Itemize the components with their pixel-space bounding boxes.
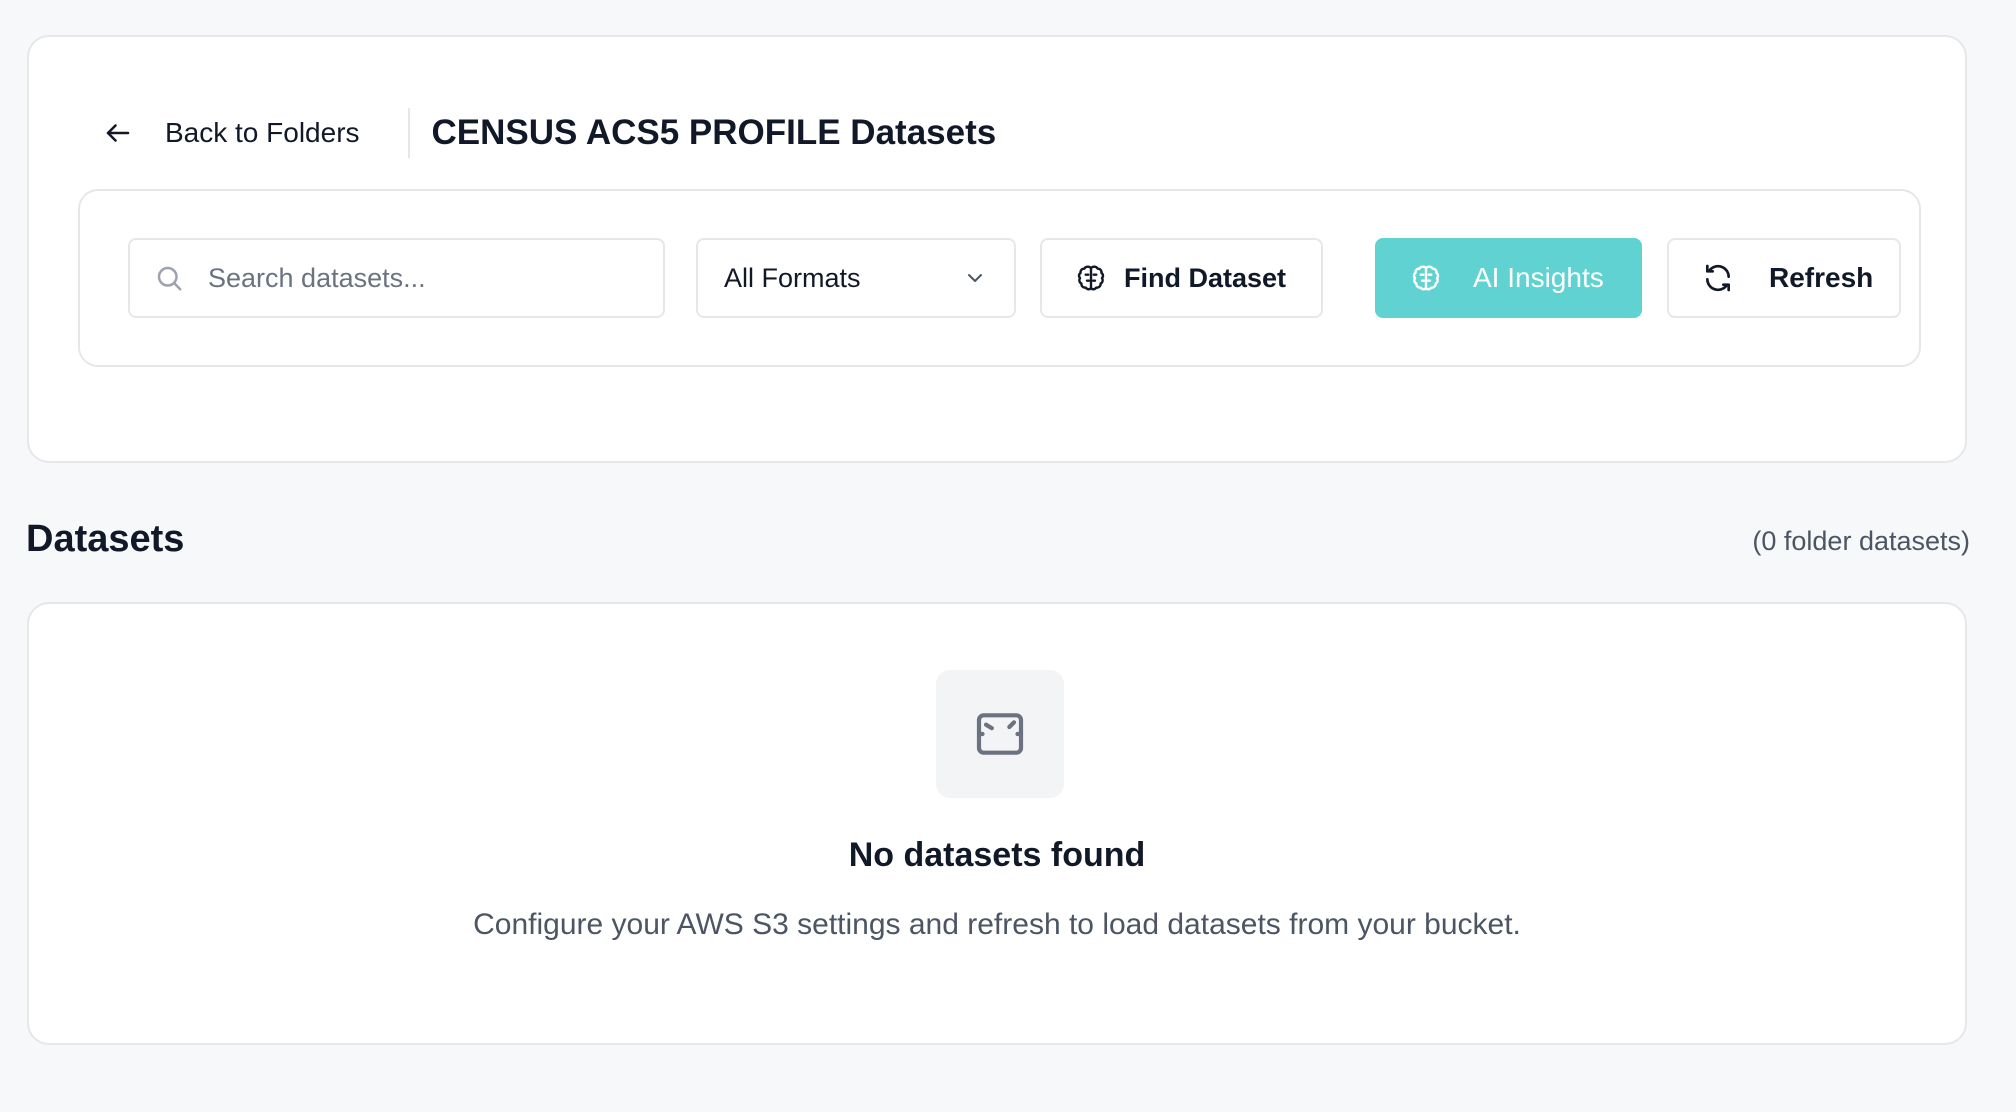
format-select-value: All Formats (724, 262, 861, 293)
datasets-count: (0 folder datasets) (1752, 526, 1970, 556)
search-input[interactable] (206, 261, 650, 295)
image-placeholder-icon (936, 670, 1064, 798)
refresh-button[interactable]: Refresh (1667, 238, 1901, 318)
chevron-down-icon (962, 265, 988, 291)
search-icon (152, 261, 186, 295)
format-select[interactable]: All Formats (696, 238, 1016, 318)
header-divider (407, 108, 410, 158)
toolbar: All Formats Find Dataset (78, 189, 1921, 367)
find-dataset-button[interactable]: Find Dataset (1040, 238, 1323, 318)
empty-state-card: No datasets found Configure your AWS S3 … (27, 602, 1967, 1045)
refresh-icon (1701, 261, 1735, 295)
ai-insights-label: AI Insights (1473, 262, 1604, 293)
back-to-folders-button[interactable]: Back to Folders (101, 97, 360, 169)
find-dataset-label: Find Dataset (1124, 262, 1287, 293)
header-row: Back to Folders CENSUS ACS5 PROFILE Data… (101, 97, 996, 169)
brain-icon (1074, 261, 1108, 295)
search-box[interactable] (128, 238, 665, 318)
ai-insights-button[interactable]: AI Insights (1375, 238, 1642, 318)
refresh-label: Refresh (1769, 262, 1874, 293)
folder-header-card: Back to Folders CENSUS ACS5 PROFILE Data… (27, 35, 1967, 463)
brain-icon (1409, 261, 1443, 295)
datasets-section-title: Datasets (26, 518, 185, 560)
arrow-left-icon (101, 116, 135, 150)
page-title: CENSUS ACS5 PROFILE Datasets (431, 113, 997, 152)
empty-state-title: No datasets found (848, 836, 1146, 874)
empty-state-description: Configure your AWS S3 settings and refre… (473, 908, 1521, 941)
back-to-folders-label: Back to Folders (165, 117, 360, 148)
